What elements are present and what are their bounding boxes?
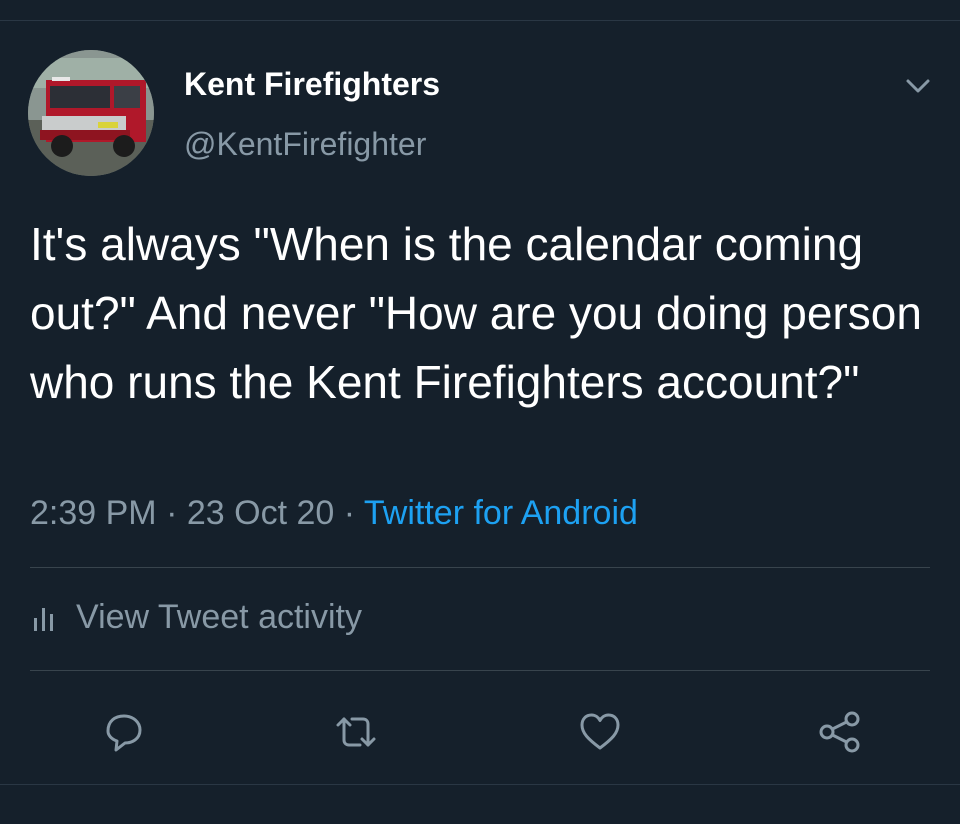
tweet-meta: 2:39 PM · 23 Oct 20 · Twitter for Androi…: [30, 494, 638, 533]
tweet-time: 2:39 PM: [30, 494, 157, 532]
retweet-icon: [336, 717, 376, 747]
bar-chart-icon: [34, 607, 53, 631]
reply-icon: [106, 714, 142, 752]
meta-separator: ·: [343, 494, 356, 532]
account-handle[interactable]: @KentFirefighter: [184, 126, 426, 163]
account-name[interactable]: Kent Firefighters: [184, 66, 440, 103]
tweet-date: 23 Oct 20: [186, 494, 335, 532]
avatar[interactable]: [28, 50, 154, 176]
share-icon: [819, 711, 860, 753]
share-button[interactable]: [816, 708, 864, 756]
tweet-source-link[interactable]: Twitter for Android: [364, 494, 638, 532]
divider: [30, 670, 930, 671]
reply-button[interactable]: [98, 708, 146, 756]
heart-icon: [580, 713, 620, 750]
view-tweet-activity-link[interactable]: View Tweet activity: [32, 598, 362, 637]
retweet-button[interactable]: [332, 708, 380, 756]
fire-truck-image: [28, 50, 154, 176]
like-button[interactable]: [576, 708, 624, 756]
activity-label: View Tweet activity: [76, 598, 362, 636]
top-divider: [0, 20, 960, 21]
tweet-text: It's always "When is the calendar coming…: [30, 218, 922, 408]
bottom-divider: [0, 784, 960, 785]
chevron-down-icon[interactable]: [900, 72, 936, 100]
meta-separator: ·: [166, 494, 178, 532]
divider: [30, 567, 930, 568]
